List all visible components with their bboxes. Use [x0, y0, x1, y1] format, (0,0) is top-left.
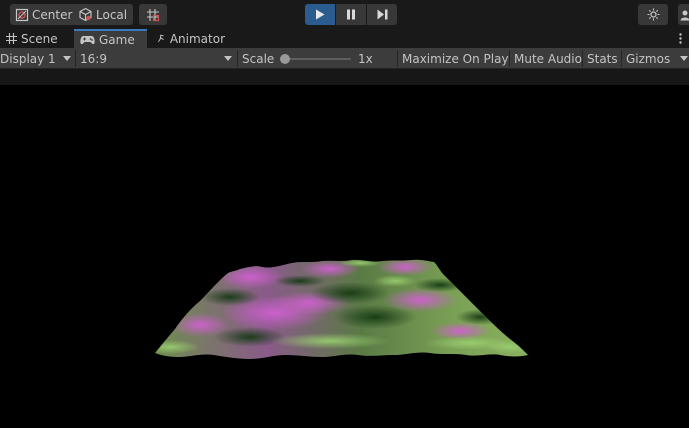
- gizmos-dropdown[interactable]: Gizmos: [626, 48, 689, 69]
- tab-more-menu[interactable]: [672, 29, 689, 48]
- scale-value-text: 1x: [358, 51, 373, 66]
- play-button[interactable]: [305, 4, 335, 25]
- play-icon: [316, 9, 325, 20]
- divider: [75, 50, 76, 67]
- scale-slider[interactable]: [283, 58, 351, 60]
- mute-audio-toggle[interactable]: Mute Audio: [514, 48, 582, 69]
- display-value: Display 1: [0, 51, 56, 66]
- pivot-center-icon: [15, 8, 29, 21]
- wavy-surface-render: [155, 259, 528, 359]
- game-viewport[interactable]: [0, 85, 689, 425]
- kebab-menu-icon: [679, 33, 682, 44]
- lighting-sun-icon: [647, 8, 659, 21]
- display-dropdown[interactable]: Display 1: [0, 48, 75, 69]
- grid-icon: [6, 33, 17, 44]
- gamepad-icon: [80, 35, 95, 44]
- tab-game-label: Game: [99, 32, 135, 47]
- gizmos-label: Gizmos: [626, 51, 671, 66]
- pause-icon: [347, 9, 355, 20]
- divider: [237, 50, 238, 67]
- chevron-down-icon: [224, 56, 232, 61]
- step-icon: [377, 9, 387, 20]
- game-view-toolbar: Display 1 16:9 Scale 1x Maximize On Play…: [0, 48, 689, 69]
- divider: [397, 50, 398, 67]
- divider: [509, 50, 510, 67]
- chevron-down-icon: [63, 56, 71, 61]
- stats-label: Stats: [587, 51, 618, 66]
- animator-icon: [158, 34, 164, 43]
- account-icon: [680, 10, 689, 20]
- pivot-rotation-toggle[interactable]: Local: [73, 4, 133, 25]
- tab-scene-label: Scene: [21, 31, 58, 46]
- maximize-on-play-label: Maximize On Play: [402, 51, 509, 66]
- main-toolbar: Center Local: [0, 0, 689, 29]
- maximize-on-play-toggle[interactable]: Maximize On Play: [402, 48, 509, 69]
- local-cube-icon: [79, 7, 92, 22]
- scale-label-text: Scale: [242, 51, 275, 66]
- pivot-center-toggle[interactable]: Center: [10, 4, 78, 25]
- scale-label: Scale: [242, 48, 274, 69]
- viewport-letterbox: [0, 69, 689, 85]
- tab-animator[interactable]: Animator: [151, 29, 231, 48]
- play-controls: [305, 4, 397, 25]
- mute-audio-label: Mute Audio: [514, 51, 582, 66]
- stats-toggle[interactable]: Stats: [587, 48, 618, 69]
- tab-game[interactable]: Game: [74, 29, 147, 48]
- scale-value: 1x: [358, 48, 373, 69]
- tab-animator-label: Animator: [169, 31, 225, 46]
- scale-slider-thumb[interactable]: [280, 54, 290, 64]
- divider: [582, 50, 583, 67]
- lighting-button[interactable]: [638, 4, 668, 25]
- aspect-value: 16:9: [80, 51, 107, 66]
- account-button[interactable]: [678, 4, 689, 25]
- aspect-dropdown[interactable]: 16:9: [80, 48, 235, 69]
- chevron-down-icon: [680, 56, 688, 61]
- pivot-center-label: Center: [32, 7, 73, 22]
- view-tab-bar: Scene Game Animator: [0, 29, 689, 48]
- divider: [621, 50, 622, 67]
- grid-snap-icon: [147, 8, 160, 21]
- step-button[interactable]: [367, 4, 397, 25]
- grid-snap-button[interactable]: [139, 4, 167, 25]
- pause-button[interactable]: [336, 4, 366, 25]
- pivot-local-label: Local: [96, 7, 128, 22]
- tab-scene[interactable]: Scene: [0, 29, 70, 48]
